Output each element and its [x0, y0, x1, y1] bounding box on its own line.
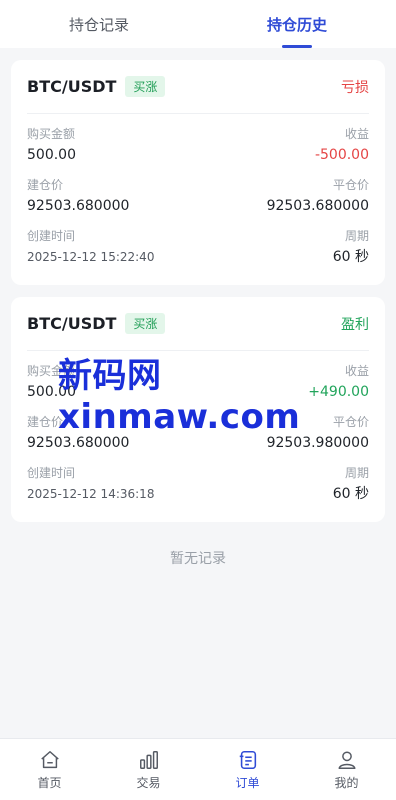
tab-positions[interactable]: 持仓记录	[0, 0, 198, 48]
card-header: BTC/USDT 买涨 亏损	[27, 60, 369, 114]
pnl-label: 收益	[344, 127, 369, 141]
created-time-value: 2025-12-12 14:36:18	[27, 487, 155, 501]
open-price-value: 92503.680000	[27, 198, 130, 214]
direction-badge: 买涨	[125, 313, 166, 334]
nav-label-home: 首页	[37, 775, 62, 790]
period-label: 周期	[344, 229, 369, 243]
period-value: 60 秒	[332, 249, 369, 265]
buy-amount-value: 500.00	[27, 147, 76, 163]
pnl-value: -500.00	[314, 147, 369, 163]
home-icon	[40, 750, 59, 768]
active-tab-indicator	[282, 45, 312, 48]
close-price-value: 92503.680000	[266, 198, 369, 214]
nav-item-home[interactable]: 首页	[0, 739, 99, 800]
tab-history-label: 持仓历史	[266, 15, 327, 34]
created-time-value: 2025-12-12 15:22:40	[27, 250, 155, 264]
history-card[interactable]: BTC/USDT 买涨 亏损 购买金额 500.00 收益 -500.00 建仓…	[11, 60, 385, 285]
order-icon	[239, 750, 256, 769]
trading-pair: BTC/USDT	[27, 314, 117, 333]
nav-item-orders[interactable]: 订单	[198, 739, 297, 800]
nav-label-orders: 订单	[235, 775, 260, 790]
period-label: 周期	[344, 466, 369, 480]
card-header: BTC/USDT 买涨 盈利	[27, 297, 369, 351]
buy-amount-label: 购买金额	[27, 127, 76, 141]
bar-chart-icon	[139, 750, 158, 769]
watermark-text: 新码网xinmaw.com	[58, 356, 301, 437]
nav-item-trade[interactable]: 交易	[99, 739, 198, 800]
close-price-label: 平仓价	[332, 178, 369, 192]
period-value: 60 秒	[332, 486, 369, 502]
tab-bar: 持仓记录 持仓历史	[0, 0, 396, 48]
created-time-label: 创建时间	[27, 466, 76, 480]
nav-label-trade: 交易	[136, 775, 161, 790]
tab-history[interactable]: 持仓历史	[198, 0, 396, 48]
nav-label-mine: 我的	[334, 775, 359, 790]
nav-item-mine[interactable]: 我的	[297, 739, 396, 800]
created-time-label: 创建时间	[27, 229, 76, 243]
direction-badge: 买涨	[125, 76, 166, 97]
bottom-nav: 首页 交易 订单 我的	[0, 738, 396, 800]
empty-state-text: 暂无记录	[170, 551, 226, 567]
result-status: 盈利	[341, 316, 369, 333]
tab-positions-label: 持仓记录	[68, 15, 129, 34]
trading-pair: BTC/USDT	[27, 77, 117, 96]
user-icon	[337, 750, 356, 769]
result-status: 亏损	[341, 79, 369, 96]
open-price-label: 建仓价	[27, 178, 64, 192]
